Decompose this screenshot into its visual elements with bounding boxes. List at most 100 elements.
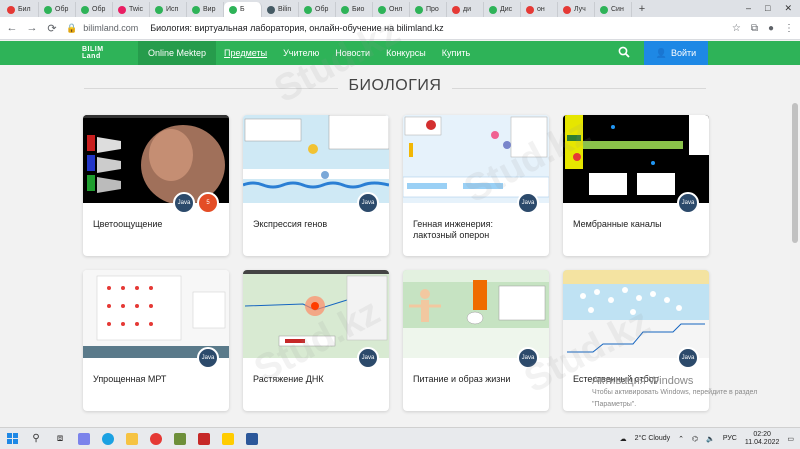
weather-icon[interactable]: ☁: [620, 435, 627, 443]
activation-title: Активация Windows: [592, 375, 694, 387]
card-membrane-channels[interactable]: Java Мембранные каналы: [563, 115, 709, 256]
browser-tab[interactable]: Б: [224, 2, 262, 17]
tab-label: Бил: [18, 6, 31, 13]
notifications-icon[interactable]: ▭: [787, 435, 794, 443]
task-view-icon[interactable]: ⧈: [48, 428, 72, 449]
edge-icon[interactable]: [96, 428, 120, 449]
minimize-button[interactable]: –: [746, 3, 751, 14]
card-genetic-engineering[interactable]: Java Генная инженерия: лактозный оперон: [403, 115, 549, 256]
tab-label: Обр: [92, 6, 106, 13]
browser-tab[interactable]: он: [521, 2, 558, 17]
tab-label: ди: [463, 6, 471, 13]
browser-tab[interactable]: Twic: [113, 2, 150, 17]
browser-tab[interactable]: Обр: [76, 2, 113, 17]
card-title: Цветоощущение: [93, 219, 163, 229]
browser-tab-strip: Бил Обр Обр Twic Исп Вир Б Bilin Обр Био Онл Про ди Д…: [0, 0, 800, 17]
file-explorer-icon[interactable]: [120, 428, 144, 449]
bookmark-star-icon[interactable]: ☆: [732, 23, 741, 34]
windows-start-icon[interactable]: [0, 428, 24, 449]
nav-news[interactable]: Новости: [327, 41, 378, 65]
reload-icon[interactable]: ⟳: [46, 22, 58, 35]
tab-label: Twic: [129, 6, 143, 13]
word-icon[interactable]: [240, 428, 264, 449]
card-thumbnail: [243, 270, 389, 358]
tab-label: Вир: [203, 6, 216, 13]
app-icon[interactable]: [192, 428, 216, 449]
forward-icon[interactable]: →: [26, 22, 38, 34]
browser-tab[interactable]: Обр: [39, 2, 76, 17]
tab-favicon-icon: [44, 5, 52, 14]
browser-tab[interactable]: Син: [595, 2, 632, 17]
login-button[interactable]: 👤 Войти: [644, 41, 708, 65]
back-icon[interactable]: ←: [6, 22, 18, 34]
profile-icon[interactable]: ●: [768, 23, 774, 34]
browser-tab[interactable]: Про: [410, 2, 447, 17]
browser-tab[interactable]: ди: [447, 2, 484, 17]
card-thumbnail: [563, 115, 709, 203]
tab-label: Онл: [389, 6, 403, 13]
tray-chevron-icon[interactable]: ⌃: [678, 435, 684, 443]
browser-tab[interactable]: Луч: [558, 2, 595, 17]
tab-label: Б: [240, 6, 245, 13]
menu-icon[interactable]: ⋮: [784, 23, 794, 34]
card-color-perception[interactable]: Java 5 Цветоощущение: [83, 115, 229, 256]
browser-tab[interactable]: Онл: [373, 2, 410, 17]
card-nutrition[interactable]: Java Питание и образ жизни: [403, 270, 549, 411]
browser-tab[interactable]: Обр: [299, 2, 336, 17]
close-window-button[interactable]: ✕: [784, 3, 792, 14]
card-title: Экспрессия генов: [253, 219, 328, 229]
card-dna-stretching[interactable]: Java Растяжение ДНК: [243, 270, 389, 411]
clock[interactable]: 02:20 11.04.2022: [745, 431, 780, 447]
nav-contests[interactable]: Конкурсы: [378, 41, 434, 65]
page-tab-title: Биология: виртуальная лаборатория, онлай…: [150, 23, 444, 33]
new-tab-button[interactable]: +: [635, 3, 649, 15]
tab-favicon-icon: [600, 5, 608, 14]
maximize-button[interactable]: □: [765, 3, 770, 14]
url-field[interactable]: 🔒 bilimland.com Биология: виртуальная ла…: [66, 23, 444, 34]
clock-time: 02:20: [753, 430, 771, 438]
volume-icon[interactable]: 🔈: [706, 435, 715, 443]
card-thumbnail: [403, 270, 549, 358]
nav-teacher[interactable]: Учителю: [275, 41, 327, 65]
tab-label: он: [537, 6, 545, 13]
java-icon: Java: [173, 192, 195, 214]
nav-buy[interactable]: Купить: [434, 41, 478, 65]
site-header: BILIM Land Online Mektep Предметы Учител…: [0, 41, 800, 65]
card-thumbnail: [83, 270, 229, 358]
activation-text: Чтобы активировать Windows, перейдите в …: [592, 389, 758, 408]
browser-tab[interactable]: Дис: [484, 2, 521, 17]
search-icon[interactable]: ⚲: [24, 428, 48, 449]
java-icon: Java: [677, 347, 699, 369]
network-icon[interactable]: ⌬: [692, 435, 698, 443]
tab-favicon-icon: [118, 5, 126, 14]
yandex-browser-icon[interactable]: [144, 428, 168, 449]
nav-online-mektep[interactable]: Online Mektep: [138, 41, 217, 65]
page-scrollbar[interactable]: [790, 65, 800, 427]
tab-label: Био: [352, 6, 365, 13]
tab-label: Дис: [500, 6, 513, 13]
tab-favicon-icon: [563, 5, 571, 14]
nav-subjects[interactable]: Предметы: [216, 41, 275, 65]
weather-text[interactable]: 2°C Cloudy: [635, 435, 670, 442]
java-icon: Java: [197, 347, 219, 369]
browser-tab[interactable]: Бил: [2, 2, 39, 17]
address-bar: ← → ⟳ 🔒 bilimland.com Биология: виртуаль…: [0, 17, 800, 40]
extensions-icon[interactable]: ⧉: [751, 23, 758, 34]
yandex-icon[interactable]: [216, 428, 240, 449]
card-gene-expression[interactable]: Java Экспрессия генов: [243, 115, 389, 256]
app-icon[interactable]: [168, 428, 192, 449]
tab-label: Луч: [574, 6, 586, 13]
scrollbar-thumb[interactable]: [792, 103, 798, 243]
card-mri[interactable]: Java Упрощенная МРТ: [83, 270, 229, 411]
browser-tab[interactable]: Исп: [150, 2, 187, 17]
language-indicator[interactable]: РУС: [723, 435, 737, 442]
browser-tab[interactable]: Био: [336, 2, 373, 17]
teams-icon[interactable]: [72, 428, 96, 449]
search-icon[interactable]: [612, 46, 636, 61]
bilimland-logo[interactable]: BILIM Land: [82, 46, 114, 60]
browser-tab[interactable]: Bilin: [262, 2, 299, 17]
tab-favicon-icon: [81, 5, 89, 14]
browser-tab[interactable]: Вир: [187, 2, 224, 17]
tab-favicon-icon: [341, 5, 349, 14]
tab-favicon-icon: [526, 5, 534, 14]
